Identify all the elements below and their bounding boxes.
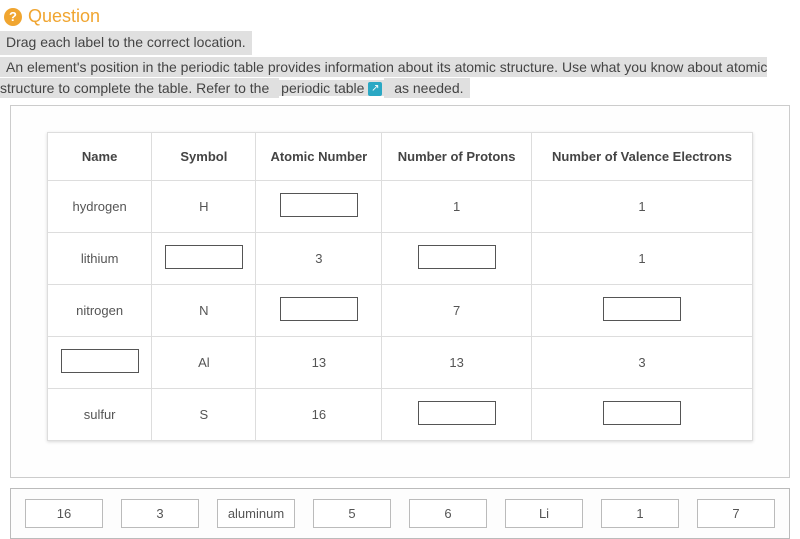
cell-valence: 1 [531,180,752,232]
cell-protons: 7 [382,284,532,336]
cell-name [48,336,152,388]
table-row: hydrogenH 11 [48,180,753,232]
cell-protons: 13 [382,336,532,388]
cell-protons [382,232,532,284]
cell-symbol: H [152,180,256,232]
draggable-label[interactable]: 3 [121,499,199,528]
cell-atomic: 3 [256,232,382,284]
table-row: Al13133 [48,336,753,388]
drop-slot[interactable] [418,401,496,425]
cell-symbol: N [152,284,256,336]
table-header-row: Name Symbol Atomic Number Number of Prot… [48,132,753,180]
drop-slot[interactable] [61,349,139,373]
cell-protons [382,388,532,440]
col-protons: Number of Protons [382,132,532,180]
cell-atomic: 16 [256,388,382,440]
draggable-label[interactable]: 1 [601,499,679,528]
drop-slot[interactable] [280,193,358,217]
draggable-label[interactable]: 7 [697,499,775,528]
question-mark-icon: ? [4,8,22,26]
cell-valence: 1 [531,232,752,284]
drop-slot[interactable] [280,297,358,321]
drop-slot[interactable] [603,297,681,321]
cell-symbol: Al [152,336,256,388]
cell-valence: 3 [531,336,752,388]
col-name: Name [48,132,152,180]
table-panel: Name Symbol Atomic Number Number of Prot… [10,105,790,478]
cell-atomic: 13 [256,336,382,388]
table-row: sulfurS16 [48,388,753,440]
cell-name: lithium [48,232,152,284]
cell-name: sulfur [48,388,152,440]
draggable-label[interactable]: aluminum [217,499,295,528]
drop-slot[interactable] [165,245,243,269]
drop-slot[interactable] [603,401,681,425]
col-valence: Number of Valence Electrons [531,132,752,180]
elements-table: Name Symbol Atomic Number Number of Prot… [47,132,753,441]
external-link-icon: ↗ [368,82,382,96]
question-header: ? Question [0,0,800,31]
cell-valence [531,388,752,440]
cell-protons: 1 [382,180,532,232]
cell-atomic [256,180,382,232]
cell-atomic [256,284,382,336]
draggable-labels-bar: 16 3 aluminum 56 Li 17 [10,488,790,539]
draggable-label[interactable]: 16 [25,499,103,528]
col-atomic: Atomic Number [256,132,382,180]
cell-symbol: S [152,388,256,440]
page-title: Question [28,6,100,27]
col-symbol: Symbol [152,132,256,180]
instruction-line-2: An element's position in the periodic ta… [0,57,800,99]
periodic-table-link[interactable]: periodic table ↗ [279,80,384,96]
cell-name: hydrogen [48,180,152,232]
draggable-label[interactable]: 6 [409,499,487,528]
draggable-label[interactable]: Li [505,499,583,528]
drop-slot[interactable] [418,245,496,269]
cell-name: nitrogen [48,284,152,336]
draggable-label[interactable]: 5 [313,499,391,528]
instruction-line-1: Drag each label to the correct location. [0,31,800,57]
table-row: nitrogenN 7 [48,284,753,336]
cell-symbol [152,232,256,284]
cell-valence [531,284,752,336]
table-row: lithium 3 1 [48,232,753,284]
